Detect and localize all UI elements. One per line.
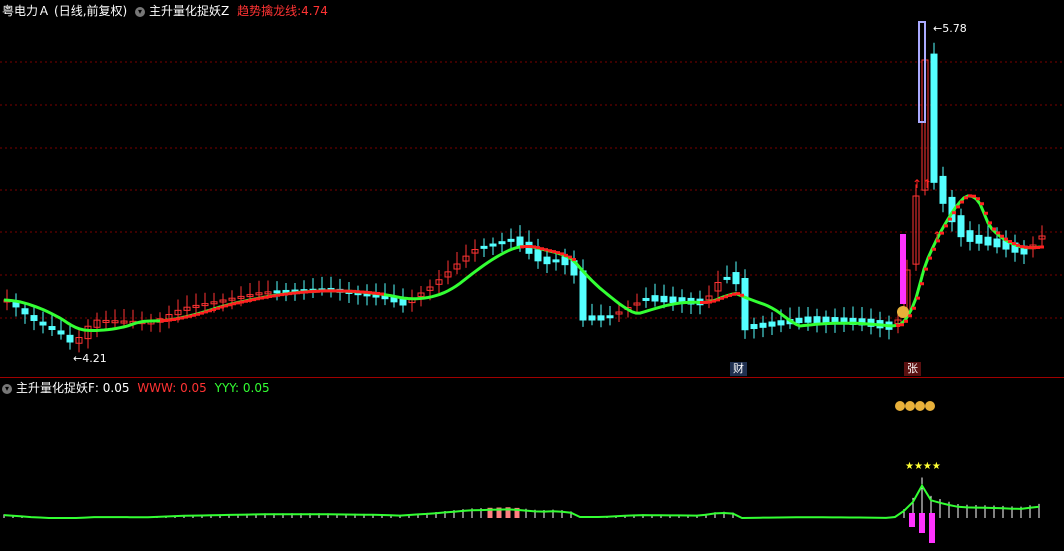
candle-body [993, 238, 1001, 248]
candle-body [642, 297, 650, 301]
candle-body [669, 296, 677, 304]
candle-body [966, 230, 974, 242]
candle-body [588, 315, 596, 321]
candle-body [273, 290, 281, 294]
candle-body [534, 249, 542, 262]
candle-body [579, 270, 587, 321]
candle-body [48, 326, 56, 331]
candle-body [768, 321, 776, 327]
high-price-marker: ←5.78 [933, 22, 967, 35]
candle-body [813, 316, 821, 324]
candle-body [516, 236, 524, 247]
candle-body [723, 276, 731, 280]
candle-body [489, 243, 497, 247]
money-bag-icon [915, 401, 925, 411]
candle-body [759, 322, 767, 328]
up-arrow-icon: ↑ [922, 177, 932, 191]
candle-body [597, 315, 605, 321]
spike-bar [919, 513, 925, 533]
candle-body [939, 175, 947, 204]
candle-body [66, 334, 74, 343]
candle-body [660, 295, 668, 303]
candle-body [39, 321, 47, 326]
finance-badge[interactable]: 财 [730, 362, 747, 376]
low-price-value: 4.21 [82, 352, 107, 365]
money-bag-icon [925, 401, 935, 411]
candle-body [795, 317, 803, 324]
candle-body [21, 308, 29, 315]
candle-body [552, 259, 560, 263]
candle-body [975, 234, 983, 244]
candlestick-chart: ↑ ↑↑ [0, 21, 1064, 353]
candle-body [480, 245, 488, 249]
candle-body [651, 295, 659, 302]
spike-bar [929, 513, 935, 543]
up-arrow-icon: ↑ [912, 177, 922, 191]
candle-body [498, 241, 506, 245]
money-bag-icon [895, 401, 905, 411]
candle-body [984, 236, 992, 246]
spike-bar [909, 513, 915, 527]
candle-body [606, 315, 614, 319]
up-arrow-icon: ↑ [932, 229, 942, 243]
candle-body [30, 315, 38, 322]
candle-body [507, 238, 515, 242]
indicator-pane[interactable]: ▾ 主升量化捉妖F: 0.05 WWW: 0.05 YYY: 0.05 ★★★★ [0, 378, 1064, 551]
low-price-marker: ←4.21 [73, 352, 107, 365]
candle-body [399, 299, 407, 306]
candle-body [543, 256, 551, 265]
limit-up-badge[interactable]: 张 [904, 362, 921, 376]
money-bag-icon [897, 306, 909, 318]
trend-line-green [3, 194, 1041, 332]
candle-body [741, 278, 749, 331]
candle-body [804, 316, 812, 323]
candle-body [732, 272, 740, 285]
limit-up-bar [900, 234, 906, 304]
star-signal: ★★★★ [905, 461, 941, 472]
candle-body [57, 330, 65, 335]
candle-body [750, 324, 758, 330]
candle-body [930, 53, 938, 183]
indicator-line [3, 483, 1040, 520]
candle-body [777, 320, 785, 326]
candle-body [957, 215, 965, 238]
high-price-value: 5.78 [942, 22, 967, 35]
money-bag-icon [905, 401, 915, 411]
main-chart-pane[interactable]: 粤电力Ａ (日线,前复权) ▾ 主升量化捉妖Z 趋势擒龙线:4.74 ↑ ↑ ↑ ←4.… [0, 0, 1064, 378]
